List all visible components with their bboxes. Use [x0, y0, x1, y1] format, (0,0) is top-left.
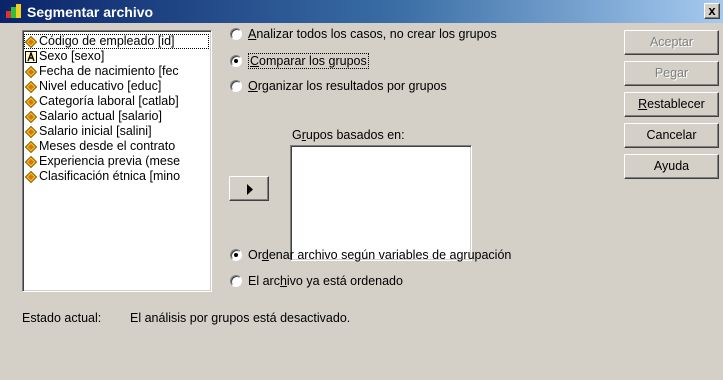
status-text: El análisis por grupos está desactivado. [130, 311, 351, 325]
right-arrow-icon [247, 184, 253, 195]
option-organize-output[interactable]: Organizar los resultados por grupos [230, 79, 447, 93]
variable-list-item[interactable]: Nivel educativo [educ] [25, 79, 209, 94]
accept-button[interactable]: Aceptar [624, 30, 719, 55]
variable-label: Salario actual [salario] [39, 109, 162, 123]
cancel-button[interactable]: Cancelar [624, 123, 719, 148]
scale-variable-icon [25, 155, 37, 168]
title-bar: Segmentar archivo x [0, 0, 723, 23]
variable-list-item[interactable]: Clasificación étnica [mino [25, 169, 209, 184]
option-compare-groups[interactable]: Comparar los grupos [230, 53, 369, 69]
option-analyze-all[interactable]: Analizar todos los casos, no crear los g… [230, 27, 497, 41]
variable-label: Fecha de nacimiento [fec [39, 64, 179, 78]
variable-list-item[interactable]: Salario inicial [salini] [25, 124, 209, 139]
reset-button[interactable]: Restablecer [624, 92, 719, 117]
scale-variable-icon [25, 140, 37, 153]
groups-based-on-list[interactable] [290, 145, 472, 261]
option-compare-groups-label: Comparar los grupos [248, 53, 369, 69]
variable-list-item[interactable]: Salario actual [salario] [25, 109, 209, 124]
scale-variable-icon [25, 35, 37, 48]
status-label: Estado actual: [22, 311, 102, 325]
groups-based-on-label: Grupos basados en: [292, 128, 405, 142]
nominal-string-variable-icon [25, 50, 37, 63]
variable-label: Código de empleado [id] [39, 34, 175, 48]
scale-variable-icon [25, 110, 37, 123]
variable-list-item[interactable]: Meses desde el contrato [25, 139, 209, 154]
status-line: Estado actual: El análisis por grupos est… [22, 311, 350, 325]
radio-analyze-all[interactable] [230, 28, 242, 40]
help-button[interactable]: Ayuda [624, 154, 719, 179]
variable-label: Salario inicial [salini] [39, 124, 152, 138]
scale-variable-icon [25, 95, 37, 108]
variable-label: Clasificación étnica [mino [39, 169, 181, 183]
scale-variable-icon [25, 80, 37, 93]
source-variable-list[interactable]: Código de empleado [id] Sexo [sexo] Fecha … [22, 30, 212, 292]
option-sort-by-grouping-label: Ordenar archivo según variables de agrup… [248, 248, 512, 262]
option-organize-output-label: Organizar los resultados por grupos [248, 79, 447, 93]
variable-label: Nivel educativo [educ] [39, 79, 162, 93]
paste-button[interactable]: Pegar [624, 61, 719, 86]
radio-already-sorted[interactable] [230, 275, 242, 287]
scale-variable-icon [25, 170, 37, 183]
option-sort-by-grouping[interactable]: Ordenar archivo según variables de agrup… [230, 248, 511, 262]
variable-list-item[interactable]: Fecha de nacimiento [fec [25, 64, 209, 79]
option-already-sorted[interactable]: El archivo ya está ordenado [230, 274, 403, 288]
close-button[interactable]: x [704, 3, 720, 19]
app-icon [6, 4, 22, 18]
radio-organize-output[interactable] [230, 80, 242, 92]
variable-list-item[interactable]: Experiencia previa (mese [25, 154, 209, 169]
scale-variable-icon [25, 125, 37, 138]
window-title: Segmentar archivo [27, 4, 154, 20]
variable-label: Experiencia previa (mese [39, 154, 181, 168]
variable-label: Sexo [sexo] [39, 49, 105, 63]
radio-sort-by-grouping[interactable] [230, 249, 242, 261]
variable-label: Categoría laboral [catlab] [39, 94, 179, 108]
variable-list-item[interactable]: Sexo [sexo] [25, 49, 209, 64]
scale-variable-icon [25, 65, 37, 78]
variable-list-item[interactable]: Categoría laboral [catlab] [25, 94, 209, 109]
radio-compare-groups[interactable] [230, 55, 242, 67]
variable-list-item[interactable]: Código de empleado [id] [24, 34, 209, 49]
option-already-sorted-label: El archivo ya está ordenado [248, 274, 403, 288]
option-analyze-all-label: Analizar todos los casos, no crear los g… [248, 27, 497, 41]
variable-label: Meses desde el contrato [39, 139, 176, 153]
move-to-groups-button[interactable] [229, 176, 269, 201]
